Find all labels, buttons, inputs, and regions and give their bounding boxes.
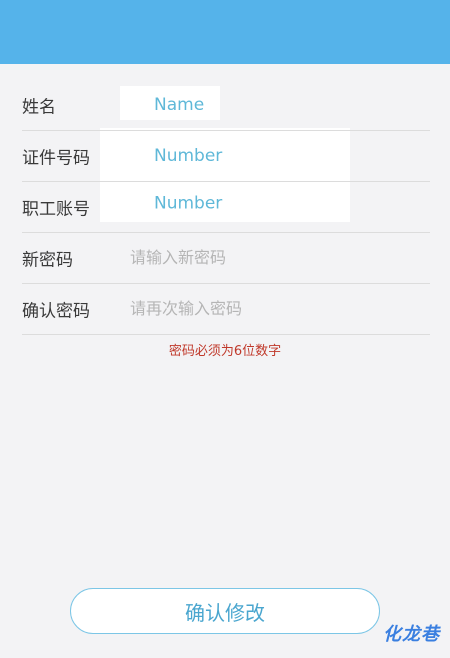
new-password-row: 新密码 bbox=[22, 232, 430, 284]
name-label: 姓名 bbox=[22, 97, 56, 117]
confirm-password-label: 确认密码 bbox=[22, 301, 90, 321]
password-rule-hint: 密码必须为6位数字 bbox=[168, 344, 282, 359]
id-number-value: Number bbox=[154, 145, 223, 166]
name-row: 姓名 Name bbox=[22, 79, 430, 131]
id-number-label: 证件号码 bbox=[22, 148, 90, 168]
top-app-bar bbox=[0, 0, 450, 64]
staff-account-label: 职工账号 bbox=[22, 199, 90, 219]
new-password-label: 新密码 bbox=[22, 250, 73, 270]
confirm-password-input[interactable] bbox=[130, 293, 410, 324]
new-password-input[interactable] bbox=[130, 242, 410, 273]
watermark-logo: 化龙巷 bbox=[383, 624, 440, 645]
id-number-row: 证件号码 Number bbox=[22, 130, 430, 182]
confirm-change-button[interactable]: 确认修改 bbox=[70, 588, 380, 634]
staff-account-value: Number bbox=[154, 192, 223, 213]
name-value: Name bbox=[154, 94, 205, 115]
confirm-password-row: 确认密码 bbox=[22, 283, 430, 335]
staff-account-row: 职工账号 Number bbox=[22, 181, 430, 233]
